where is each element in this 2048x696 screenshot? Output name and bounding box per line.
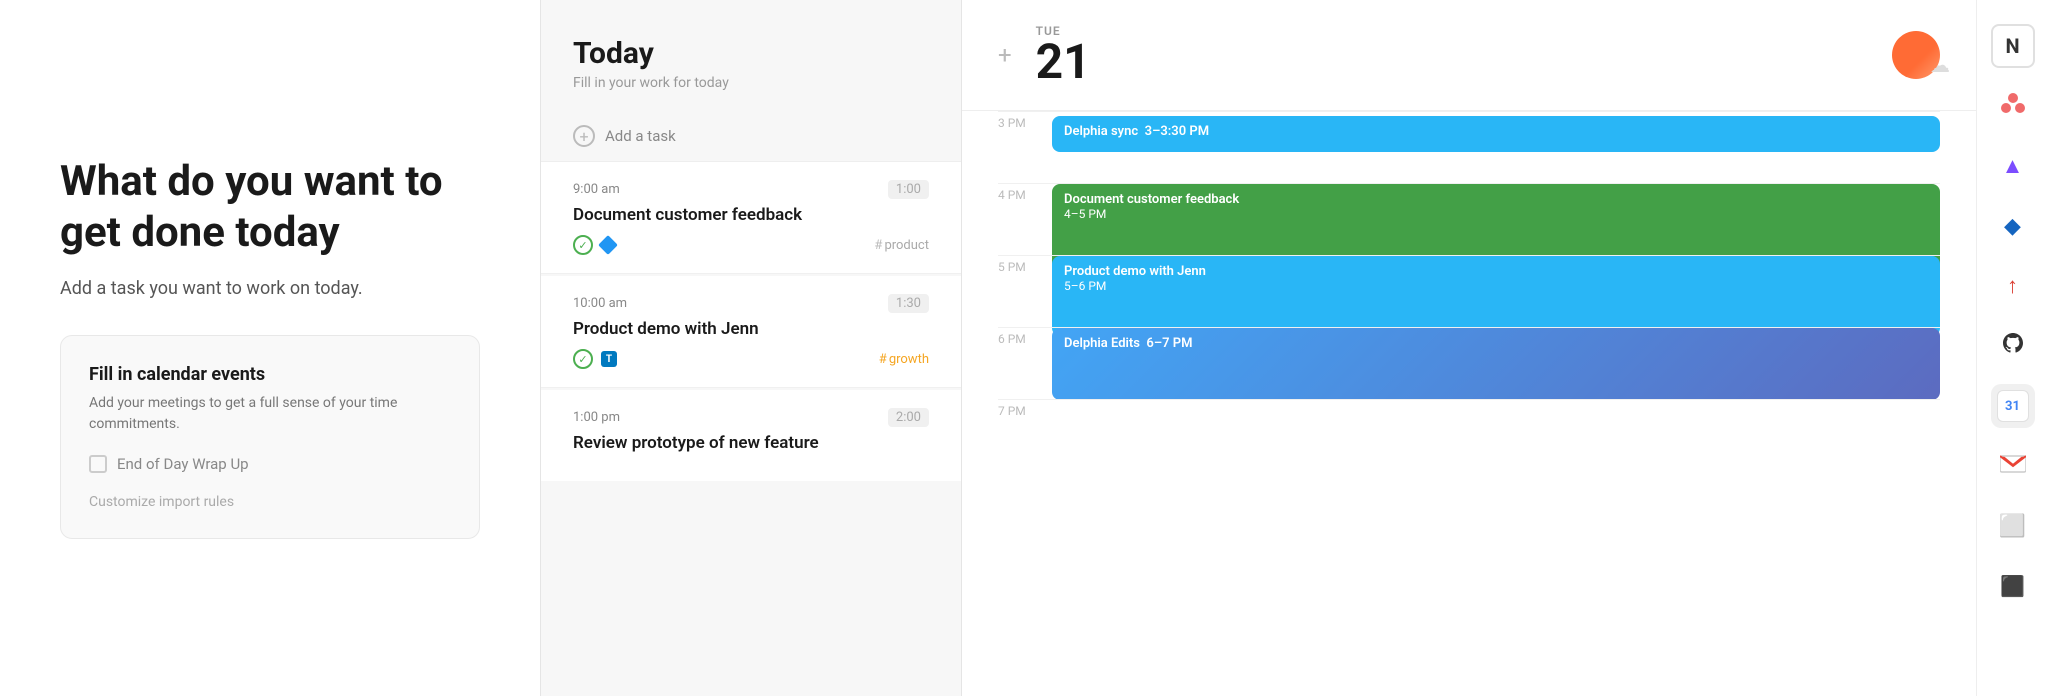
time-label: 3 PM (998, 112, 1048, 130)
time-label: 6 PM (998, 328, 1048, 346)
sidebar-item-github[interactable] (1991, 324, 2035, 368)
sidebar-item-teams[interactable]: ⬛ (1991, 564, 2035, 608)
sidebar-item-asana[interactable] (1991, 84, 2035, 128)
weather-icon (1892, 31, 1940, 79)
notion-icon: N (2005, 34, 2019, 58)
add-task-label: Add a task (605, 127, 676, 145)
event-delphia-edits[interactable]: Delphia Edits 6–7 PM (1052, 328, 1940, 400)
task-title: Product demo with Jenn (573, 319, 929, 339)
task-tag: #product (874, 238, 929, 253)
task-check-icon[interactable]: ✓ (573, 235, 593, 255)
customize-link[interactable]: Customize import rules (89, 494, 234, 510)
teams-icon: ⬛ (2000, 574, 2025, 598)
calendar-date-block: TUE 21 (1036, 24, 1091, 86)
linear-icon: ◆ (2004, 214, 2021, 239)
task-title: Document customer feedback (573, 205, 929, 225)
event-name: Product demo with Jenn (1064, 264, 1928, 279)
time-label: 4 PM (998, 184, 1048, 202)
task-time-row: 1:00 pm 2:00 (573, 408, 929, 427)
today-title: Today (573, 36, 929, 71)
left-panel: What do you want to get done today Add a… (0, 0, 540, 696)
calendar-card: Fill in calendar events Add your meeting… (60, 335, 480, 539)
slot-content: Product demo with Jenn 5–6 PM (1048, 256, 1940, 327)
wrap-up-label: End of Day Wrap Up (117, 455, 249, 473)
sidebar-item-todoist[interactable]: ↑ (1991, 264, 2035, 308)
event-name: Delphia Edits 6–7 PM (1064, 336, 1193, 351)
calendar-body: 3 PM Delphia sync 3–3:30 PM 4 PM Documen… (962, 111, 1976, 696)
todoist-icon: ↑ (2007, 273, 2018, 299)
event-delphia-sync[interactable]: Delphia sync 3–3:30 PM (1052, 116, 1940, 152)
time-slot-5pm: 5 PM Product demo with Jenn 5–6 PM (998, 255, 1940, 327)
task-time: 1:00 pm (573, 410, 620, 425)
wrap-up-checkbox[interactable] (89, 455, 107, 473)
asana-icon (2000, 90, 2026, 122)
card-title: Fill in calendar events (89, 364, 451, 385)
slot-content: Document customer feedback 4–5 PM (1048, 184, 1940, 255)
time-slot-7pm: 7 PM (998, 399, 1940, 471)
task-duration: 1:30 (888, 294, 929, 313)
gcal-icon: 31 (1997, 390, 2029, 422)
event-name: Document customer feedback (1064, 192, 1928, 207)
calendar-header: + TUE 21 (962, 0, 1976, 111)
slot-content (1048, 400, 1940, 471)
today-header: Today Fill in your work for today (541, 0, 961, 111)
task-time-row: 9:00 am 1:00 (573, 180, 929, 199)
event-product-demo[interactable]: Product demo with Jenn 5–6 PM (1052, 256, 1940, 336)
sidebar-item-notion[interactable]: N (1991, 24, 2035, 68)
main-heading: What do you want to get done today (60, 157, 480, 258)
checkbox-row[interactable]: End of Day Wrap Up (89, 455, 451, 473)
time-slot-6pm: 6 PM Delphia Edits 6–7 PM (998, 327, 1940, 399)
task-tags-row: ✓ #growth (573, 349, 929, 369)
task-duration: 1:00 (888, 180, 929, 199)
task-item: 1:00 pm 2:00 Review prototype of new fea… (541, 390, 961, 481)
calendar-date-number: 21 (1036, 38, 1091, 86)
task-tag: #growth (879, 352, 929, 367)
fill-text: Fill in your work for today (573, 75, 929, 91)
event-time: 4–5 PM (1064, 207, 1928, 221)
sidebar-item-linear[interactable]: ◆ (1991, 204, 2035, 248)
sidebar-icons: N ▲ ◆ ↑ 31 (1976, 0, 2048, 696)
diamond-icon (598, 235, 618, 255)
task-item: 9:00 am 1:00 Document customer feedback … (541, 162, 961, 274)
task-title: Review prototype of new feature (573, 433, 929, 453)
task-time: 10:00 am (573, 296, 627, 311)
task-tags-row: ✓ #product (573, 235, 929, 255)
task-time: 9:00 am (573, 182, 620, 197)
clickup-icon: ▲ (2002, 153, 2024, 179)
time-label: 7 PM (998, 400, 1048, 418)
event-name: Delphia sync 3–3:30 PM (1064, 124, 1209, 139)
card-description: Add your meetings to get a full sense of… (89, 393, 451, 435)
sidebar-item-clickup[interactable]: ▲ (1991, 144, 2035, 188)
time-slot-3pm: 3 PM Delphia sync 3–3:30 PM (998, 111, 1940, 183)
sidebar-item-gmail[interactable] (1991, 444, 2035, 488)
add-task-icon[interactable]: + (573, 125, 595, 147)
time-slot-4pm: 4 PM Document customer feedback 4–5 PM (998, 183, 1940, 255)
task-time-row: 10:00 am 1:30 (573, 294, 929, 313)
calendar-panel: + TUE 21 3 PM Delphia sync 3–3:30 PM 4 P… (962, 0, 1976, 696)
task-item: 10:00 am 1:30 Product demo with Jenn ✓ #… (541, 276, 961, 388)
sidebar-item-outlook[interactable]: ⬜ (1991, 504, 2035, 548)
task-duration: 2:00 (888, 408, 929, 427)
time-grid: 3 PM Delphia sync 3–3:30 PM 4 PM Documen… (962, 111, 1976, 471)
main-subtitle: Add a task you want to work on today. (60, 278, 480, 299)
github-icon (2001, 331, 2025, 361)
gmail-icon (2000, 454, 2026, 478)
event-time: 5–6 PM (1064, 279, 1928, 293)
slot-content: Delphia Edits 6–7 PM (1048, 328, 1940, 399)
calendar-add-button[interactable]: + (998, 41, 1012, 69)
task-check-icon[interactable]: ✓ (573, 349, 593, 369)
sidebar-item-gcal[interactable]: 31 (1991, 384, 2035, 428)
time-label: 5 PM (998, 256, 1048, 274)
trello-icon (601, 351, 617, 367)
outlook-icon: ⬜ (1999, 514, 2026, 539)
middle-panel: Today Fill in your work for today + Add … (541, 0, 961, 696)
slot-content: Delphia sync 3–3:30 PM (1048, 112, 1940, 183)
add-task-row[interactable]: + Add a task (541, 111, 961, 162)
